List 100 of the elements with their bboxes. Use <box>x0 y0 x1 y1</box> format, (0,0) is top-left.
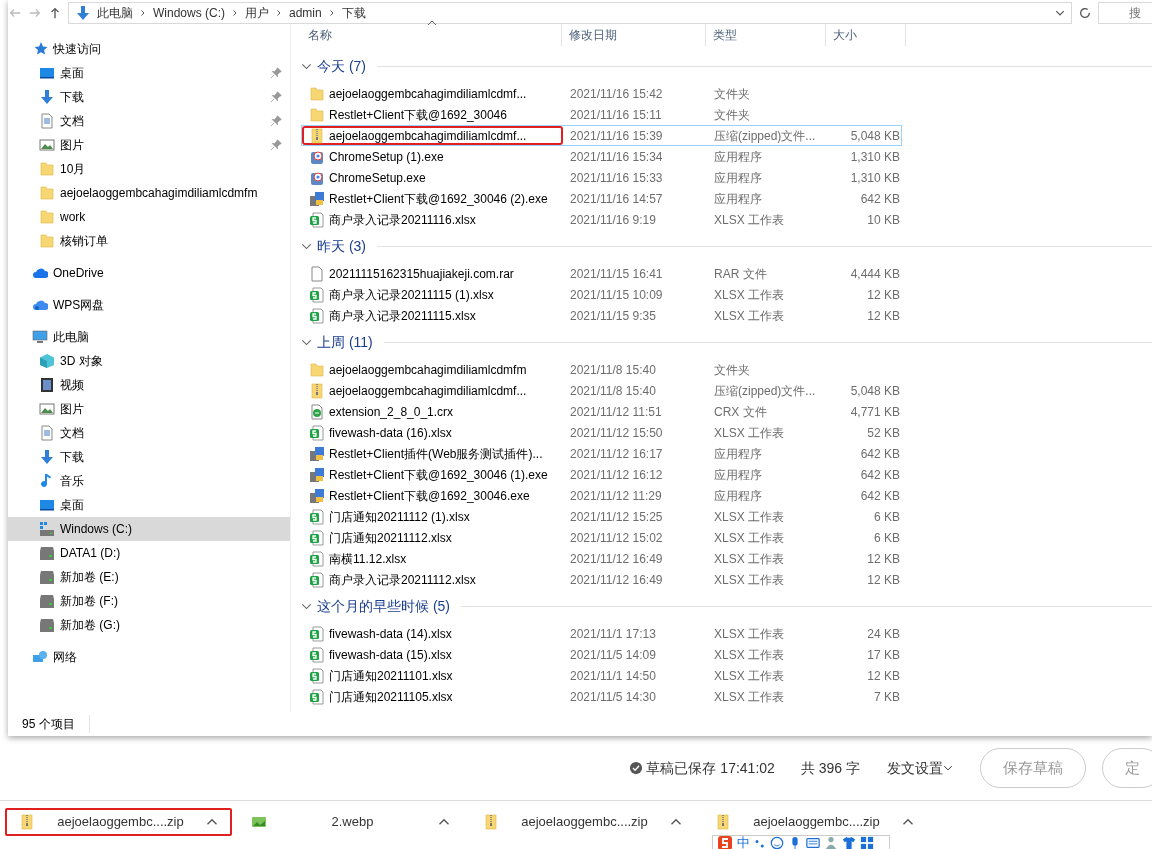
sidebar-item[interactable]: work <box>60 208 282 226</box>
file-size: 5,048 KB <box>849 127 900 145</box>
sidebar-item[interactable]: 快速访问 <box>53 40 282 58</box>
file-name[interactable]: 商户录入记录20211115.xlsx <box>329 306 476 325</box>
breadcrumb[interactable]: 下载 <box>341 4 366 22</box>
document-icon <box>39 425 55 441</box>
publish-settings-link[interactable]: 发文设置 <box>886 756 954 780</box>
file-name[interactable]: fivewash-data (14).xlsx <box>329 624 452 643</box>
group-header[interactable]: 这个月的早些时候 (5) <box>317 596 450 617</box>
file-name[interactable]: 门店通知20211112 (1).xlsx <box>329 507 470 526</box>
sidebar-item[interactable]: OneDrive <box>53 264 282 282</box>
file-name[interactable]: ChromeSetup (1).exe <box>329 147 444 166</box>
zip-file-icon <box>715 814 731 830</box>
file-name[interactable]: Restlet+Client插件(Web服务测试插件)... <box>329 444 543 463</box>
breadcrumb[interactable]: 用户 <box>245 4 269 22</box>
search-field[interactable]: 搜 <box>1098 2 1152 24</box>
focused-row[interactable]: aejoelaoggembcahagimdiliamlcdmf... 2021/11/16 15:39 压缩(zipped)文件... 5,048 KB <box>301 125 902 146</box>
download-item[interactable]: aejoelaoggembc....zip <box>5 808 232 836</box>
folder-icon <box>39 185 55 201</box>
group-header[interactable]: 今天 (7) <box>317 56 366 77</box>
sidebar-item[interactable]: 网络 <box>53 648 282 666</box>
file-name[interactable]: Restlet+Client下载@1692_30046 (2).exe <box>329 189 548 208</box>
file-name[interactable]: 商户录入记录20211115 (1).xlsx <box>329 285 494 304</box>
sidebar-item[interactable]: 图片 <box>60 136 265 154</box>
file-name[interactable]: 门店通知20211112.xlsx <box>329 528 452 547</box>
file-name[interactable]: 20211115162315huajiakeji.com.rar <box>329 264 514 283</box>
ime-toolbar[interactable]: 中 <box>712 835 890 849</box>
sidebar-item[interactable]: Windows (C:) <box>8 517 290 541</box>
sidebar-item[interactable]: 新加卷 (E:) <box>60 568 282 586</box>
file-type: 应用程序 <box>713 466 763 484</box>
spreadsheet-icon <box>309 286 325 303</box>
sidebar-item[interactable]: 桌面 <box>60 64 265 82</box>
address-bar[interactable]: 此电脑 Windows (C:) 用户 admin 下载 <box>68 2 1072 24</box>
file-name[interactable]: aejoelaoggembcahagimdiliamlcdmf... <box>329 381 527 400</box>
zip-file-icon <box>309 382 325 399</box>
sidebar-item[interactable]: 视频 <box>60 376 282 394</box>
sidebar-item[interactable]: DATA1 (D:) <box>60 544 282 562</box>
sidebar-item[interactable]: 新加卷 (G:) <box>60 616 282 634</box>
file-name[interactable]: 门店通知20211105.xlsx <box>329 687 453 706</box>
sidebar-item[interactable]: aejoelaoggembcahagimdiliamlcdmfm <box>60 184 282 202</box>
file-name[interactable]: 商户录入记录20211116.xlsx <box>329 210 476 229</box>
file-name[interactable]: Restlet+Client下载@1692_30046.exe <box>329 486 530 505</box>
file-name[interactable]: Restlet+Client下载@1692_30046 (1).exe <box>329 465 548 484</box>
file-date: 2021/11/12 16:12 <box>569 466 664 484</box>
breadcrumb[interactable]: Windows (C:) <box>153 4 225 22</box>
column-header[interactable]: 类型 <box>706 24 826 46</box>
sidebar-item[interactable]: 10月 <box>60 160 282 178</box>
file-size: 642 KB <box>859 445 900 463</box>
download-item[interactable]: aejoelaoggembc....zip <box>469 808 696 836</box>
file-name[interactable]: aejoelaoggembcahagimdiliamlcdmf... <box>329 126 527 145</box>
installer-icon <box>309 445 325 462</box>
sidebar-item[interactable]: 图片 <box>60 400 282 418</box>
spreadsheet-icon <box>309 571 325 588</box>
file-date: 2021/11/15 10:09 <box>569 286 664 304</box>
file-name[interactable]: fivewash-data (16).xlsx <box>329 423 452 442</box>
zip-file-icon <box>19 814 35 830</box>
folder-icon <box>309 85 325 102</box>
file-type: 应用程序 <box>713 190 763 208</box>
film-icon <box>39 377 55 393</box>
file-name[interactable]: aejoelaoggembcahagimdiliamlcdmfm <box>329 360 527 379</box>
file-name[interactable]: aejoelaoggembcahagimdiliamlcdmf... <box>329 84 527 103</box>
sidebar-item[interactable]: 文档 <box>60 112 265 130</box>
file-size: 7 KB <box>873 688 900 706</box>
installer-icon <box>309 190 325 207</box>
file-name[interactable]: Restlet+Client下载@1692_30046 <box>329 105 507 124</box>
sidebar-item[interactable]: WPS网盘 <box>53 296 282 314</box>
file-name[interactable]: extension_2_8_0_1.crx <box>329 402 454 421</box>
spreadsheet-icon <box>309 550 325 567</box>
spreadsheet-icon <box>309 688 325 705</box>
sidebar-item[interactable]: 新加卷 (F:) <box>60 592 282 610</box>
group-header[interactable]: 昨天 (3) <box>317 236 366 257</box>
file-name[interactable]: fivewash-data (15).xlsx <box>329 645 452 664</box>
breadcrumb[interactable]: 此电脑 <box>97 4 133 22</box>
column-header[interactable]: 修改日期 <box>562 24 706 46</box>
file-name[interactable]: ChromeSetup.exe <box>329 168 426 187</box>
column-header[interactable]: 名称 <box>301 24 562 46</box>
sidebar-item[interactable]: 文档 <box>60 424 282 442</box>
file-size: 642 KB <box>859 190 900 208</box>
file-size: 52 KB <box>866 424 900 442</box>
sidebar-item[interactable]: 桌面 <box>60 496 282 514</box>
group-header[interactable]: 上周 (11) <box>317 332 373 353</box>
file-name[interactable]: 商户录入记录20211112.xlsx <box>329 570 476 589</box>
sidebar-item[interactable]: 下载 <box>60 448 282 466</box>
breadcrumb[interactable]: admin <box>289 4 322 22</box>
sidebar-item[interactable]: 下载 <box>60 88 265 106</box>
sidebar-item[interactable]: 此电脑 <box>53 328 282 346</box>
file-name[interactable]: 南横11.12.xlsx <box>329 549 407 568</box>
file-name[interactable]: 门店通知20211101.xlsx <box>329 666 453 685</box>
drive-icon <box>39 521 55 537</box>
sidebar-item[interactable]: 核销订单 <box>60 232 282 250</box>
column-header[interactable]: 大小 <box>826 24 906 46</box>
download-item[interactable]: 2.webp <box>237 808 464 836</box>
sidebar-item[interactable]: 音乐 <box>60 472 282 490</box>
file-date: 2021/11/12 15:50 <box>569 424 664 442</box>
monitor-icon <box>39 65 55 81</box>
sidebar-item[interactable]: 3D 对象 <box>60 352 282 370</box>
cube-icon <box>39 353 55 369</box>
file-date: 2021/11/12 15:25 <box>569 508 664 526</box>
star-icon <box>32 41 48 57</box>
file-date: 2021/11/12 16:17 <box>569 445 664 463</box>
